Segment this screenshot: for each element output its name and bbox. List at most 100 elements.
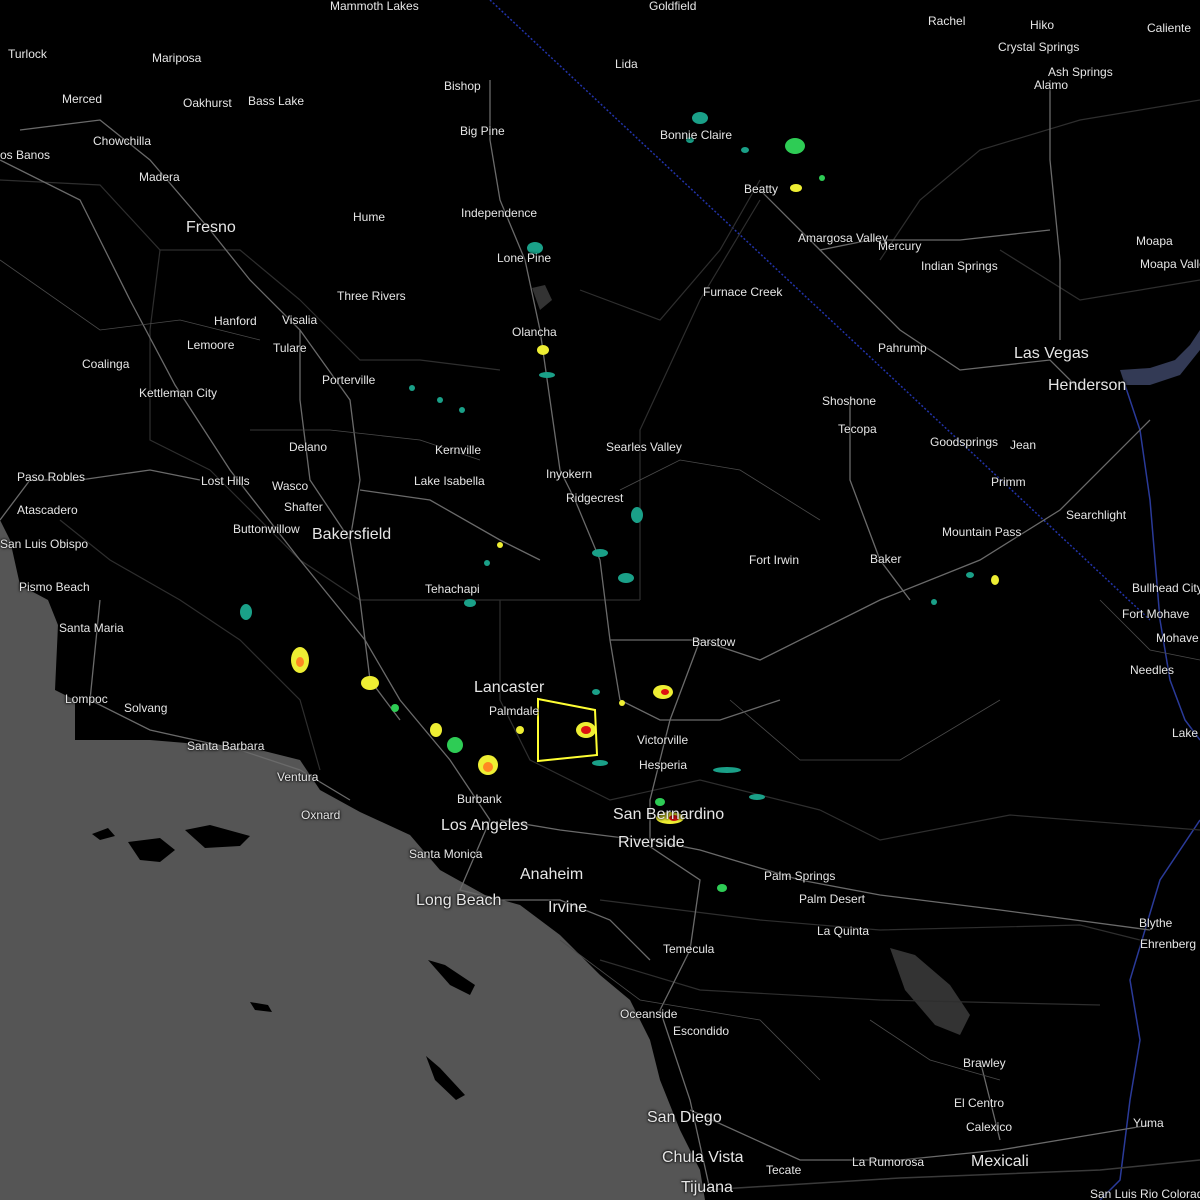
city-label-barstow: Barstow [692,635,736,649]
radar-echo [631,507,643,523]
city-label-big-pine: Big Pine [460,124,505,138]
city-label-tijuana: Tijuana [681,1179,733,1196]
city-label-hiko: Hiko [1030,18,1055,32]
city-label-lemoore: Lemoore [187,338,235,352]
city-label-anaheim: Anaheim [520,866,584,883]
city-label-lida: Lida [615,57,638,71]
city-label-santa-barbara: Santa Barbara [187,739,265,753]
radar-echo [361,676,379,690]
city-label-san-luis-rio-colorado: San Luis Rio Colorado [1090,1187,1200,1200]
city-label-solvang: Solvang [124,701,168,715]
city-label-hanford: Hanford [214,314,257,328]
radar-echo [790,184,802,192]
city-label-la-quinta: La Quinta [817,924,870,938]
city-label-fort-irwin: Fort Irwin [749,553,800,567]
city-label-paso-robles: Paso Robles [17,470,86,484]
city-label-caliente: Caliente [1147,21,1192,35]
city-label-oxnard: Oxnard [301,808,341,822]
city-label-delano: Delano [289,440,328,454]
city-label-chowchilla: Chowchilla [93,134,152,148]
city-label-tulare: Tulare [273,341,307,355]
city-label-mexicali: Mexicali [971,1153,1029,1170]
city-label-el-centro: El Centro [954,1096,1005,1110]
city-label-hesperia: Hesperia [639,758,688,772]
radar-echo [991,575,999,585]
city-label-hume: Hume [353,210,386,224]
city-label-mammoth-lakes: Mammoth Lakes [330,0,419,13]
city-label-bakersfield: Bakersfield [312,526,392,543]
radar-echo [717,884,727,892]
city-label-bass-lake: Bass Lake [248,94,305,108]
radar-echo [430,723,442,737]
city-label-san-diego: San Diego [647,1109,722,1126]
radar-echo [483,762,493,772]
radar-echo [447,737,463,753]
city-label-shafter: Shafter [284,500,323,514]
city-label-turlock: Turlock [8,47,47,61]
city-label-amargosa-valley: Amargosa Valley [798,231,888,245]
city-label-searchlight: Searchlight [1066,508,1127,522]
city-label-yuma: Yuma [1133,1116,1164,1130]
radar-echo [785,138,805,154]
city-label-santa-monica: Santa Monica [409,847,483,861]
radar-echo [713,767,741,773]
city-label-inyokern: Inyokern [546,467,593,481]
radar-echo [931,599,937,605]
city-label-oceanside: Oceanside [620,1007,678,1021]
city-label-porterville: Porterville [322,373,376,387]
city-label-henderson: Henderson [1048,377,1127,394]
radar-echo [296,657,304,667]
radar-echo [391,704,399,712]
city-label-mercury: Mercury [878,239,922,253]
city-label-crystal-springs: Crystal Springs [998,40,1080,54]
city-label-mountain-pass: Mountain Pass [942,525,1022,539]
city-label-baker: Baker [870,552,902,566]
city-label-madera: Madera [139,170,180,184]
city-label-mohave-valley: Mohave Valley [1156,631,1200,645]
city-label-ventura: Ventura [277,770,319,784]
radar-echo [581,726,591,734]
city-label-three-rivers: Three Rivers [337,289,406,303]
city-label-alamo: Alamo [1034,78,1069,92]
radar-echo [655,798,665,806]
city-label-buttonwillow: Buttonwillow [233,522,300,536]
city-label-palm-springs: Palm Springs [764,869,836,883]
radar-echo [661,689,669,695]
city-label-bonnie-claire: Bonnie Claire [660,128,733,142]
radar-echo [537,345,549,355]
city-label-pahrump: Pahrump [878,341,927,355]
city-label-lake-isabella: Lake Isabella [414,474,485,488]
city-label-kettleman-city: Kettleman City [139,386,218,400]
city-label-pismo-beach: Pismo Beach [19,580,90,594]
city-label-indian-springs: Indian Springs [921,259,998,273]
radar-echo [409,385,415,391]
city-label-ash-springs: Ash Springs [1048,65,1113,79]
city-label-palm-desert: Palm Desert [799,892,866,906]
ca-nv-state-line [489,0,1151,621]
city-label-los-banos: os Banos [0,148,51,162]
radar-echo [497,542,503,548]
city-label-beatty: Beatty [744,182,779,196]
city-label-goldfield: Goldfield [649,0,697,13]
radar-echo [741,147,749,153]
radar-echo [619,700,625,706]
city-label-jean: Jean [1010,438,1037,452]
radar-echo [749,794,765,800]
radar-echo [966,572,974,578]
radar-echo [516,726,524,734]
city-label-brawley: Brawley [963,1056,1006,1070]
city-label-tecate: Tecate [766,1163,802,1177]
city-label-blythe: Blythe [1139,916,1173,930]
radar-echo [592,760,608,766]
city-label-ridgecrest: Ridgecrest [566,491,624,505]
radar-map[interactable]: Turlock Merced Mariposa Oakhurst Bass Lake Ch… [0,0,1200,1200]
city-label-kernville: Kernville [435,443,482,457]
city-label-lompoc: Lompoc [65,692,108,706]
radar-echo [819,175,825,181]
city-label-burbank: Burbank [457,792,502,806]
city-label-rachel: Rachel [928,14,966,28]
city-label-moapa-valley: Moapa Valley [1140,257,1200,271]
city-label-palmdale: Palmdale [489,704,540,718]
city-label-santa-maria: Santa Maria [59,621,124,635]
city-label-la-rumorosa: La Rumorosa [852,1155,925,1169]
